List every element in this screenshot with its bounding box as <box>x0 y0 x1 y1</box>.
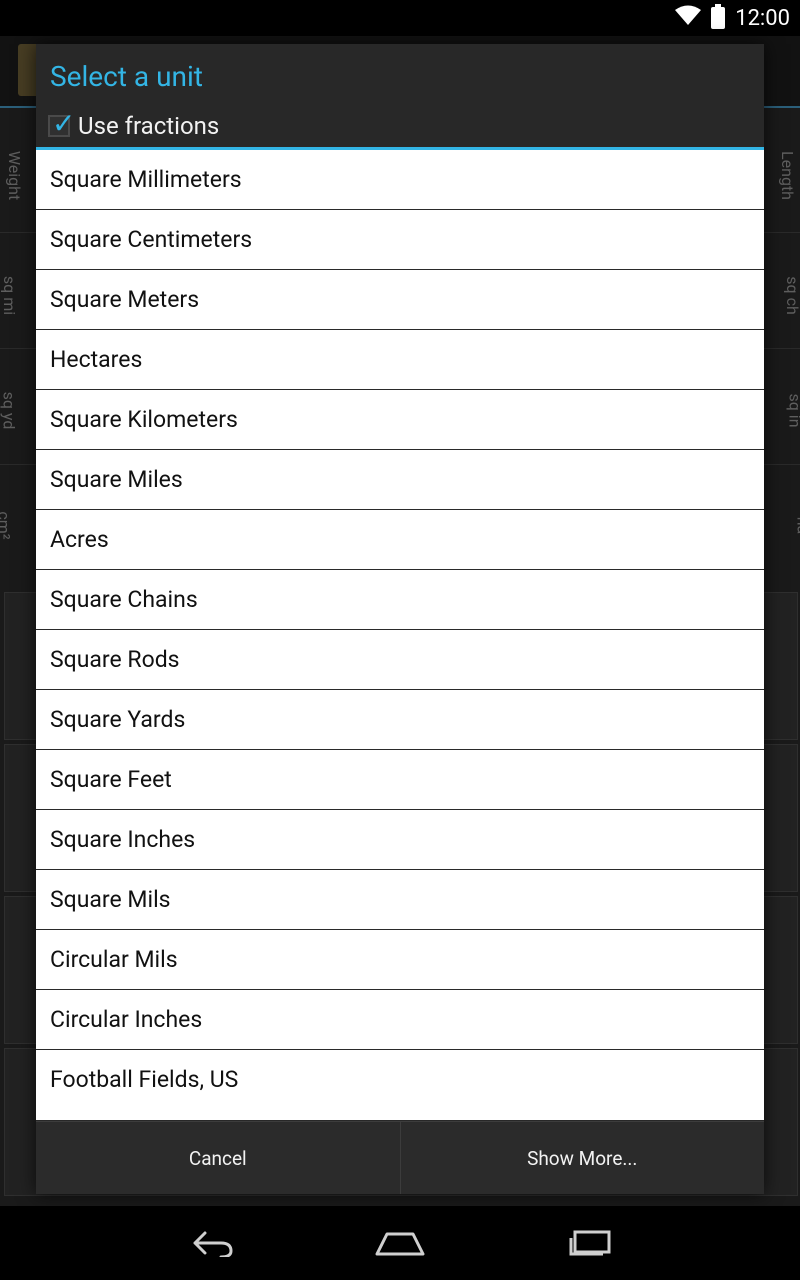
status-bar: 12:00 <box>0 0 800 36</box>
unit-item[interactable]: Square Meters <box>36 270 764 330</box>
status-time: 12:00 <box>735 5 790 31</box>
unit-item[interactable]: Square Centimeters <box>36 210 764 270</box>
unit-item[interactable]: Square Chains <box>36 570 764 630</box>
unit-item[interactable]: Square Miles <box>36 450 764 510</box>
checkmark-icon: ✓ <box>52 107 76 140</box>
unit-item[interactable]: Hectares <box>36 330 764 390</box>
unit-item[interactable]: Square Inches <box>36 810 764 870</box>
home-icon[interactable] <box>365 1223 435 1263</box>
unit-item[interactable]: Acres <box>36 510 764 570</box>
use-fractions-toggle[interactable]: ✓ Use fractions <box>48 107 220 140</box>
dialog-title: Select a unit <box>50 60 203 93</box>
unit-item[interactable]: Square Rods <box>36 630 764 690</box>
background-right-label: Length <box>778 151 798 200</box>
dialog-button-bar: Cancel Show More... <box>36 1121 764 1194</box>
unit-item[interactable]: Square Mils <box>36 870 764 930</box>
wifi-icon <box>675 4 702 32</box>
checkbox[interactable]: ✓ <box>48 107 75 140</box>
back-icon[interactable] <box>175 1223 245 1263</box>
unit-item[interactable]: Square Yards <box>36 690 764 750</box>
select-unit-dialog: Select a unit ✓ Use fractions Square Mil… <box>36 44 764 1194</box>
show-more-button[interactable]: Show More... <box>399 1122 765 1194</box>
navigation-bar <box>0 1206 800 1280</box>
recent-apps-icon[interactable] <box>555 1223 625 1263</box>
use-fractions-label: Use fractions <box>78 112 220 140</box>
cancel-button[interactable]: Cancel <box>36 1122 400 1194</box>
unit-item[interactable]: Square Feet <box>36 750 764 810</box>
unit-item[interactable]: Square Kilometers <box>36 390 764 450</box>
unit-list[interactable]: Square Millimeters Square Centimeters Sq… <box>36 150 764 1120</box>
unit-item[interactable]: Circular Inches <box>36 990 764 1050</box>
unit-item[interactable]: Circular Mils <box>36 930 764 990</box>
unit-item[interactable]: Football Fields, US <box>36 1050 764 1109</box>
background-left-label: Weight <box>5 150 25 201</box>
battery-icon <box>711 4 726 29</box>
unit-item[interactable]: Square Millimeters <box>36 150 764 210</box>
status-icons: 12:00 <box>675 4 790 32</box>
